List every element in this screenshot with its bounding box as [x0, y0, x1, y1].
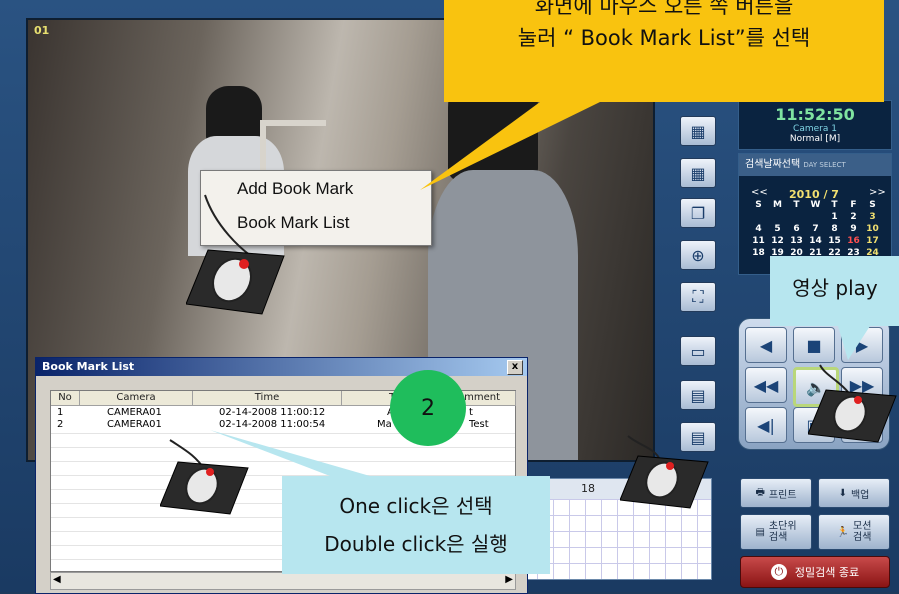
mouse-icon: [808, 389, 897, 443]
callout-click-instructions: One click은 선택 Double click은 실행: [282, 476, 550, 574]
callout-click-line1: One click은 선택: [339, 494, 493, 518]
callout-play-text: 영상 play: [792, 276, 878, 300]
callout-play: 영상 play: [770, 256, 899, 326]
callout-top-tail: [420, 102, 600, 190]
mouse-icon: [160, 461, 249, 515]
callout-select-bookmark-list: 화면에 마우스 오른 쪽 버튼을 눌러 “ Book Mark List”를 선…: [444, 0, 884, 102]
callout-top-line1: 화면에 마우스 오른 쪽 버튼을: [534, 0, 794, 18]
callout-play-tail: [838, 326, 870, 360]
callout-click-line2: Double click은 실행: [324, 532, 508, 556]
callout-top-line2: 눌러 “ Book Mark List”를 선택: [517, 26, 811, 50]
mouse-icon: [186, 249, 285, 315]
mouse-icon: [620, 455, 709, 509]
step-badge: 2: [390, 370, 466, 446]
